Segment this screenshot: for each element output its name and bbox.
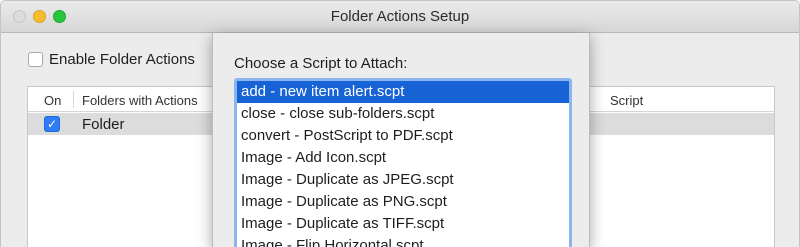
script-list-item[interactable]: Image - Add Icon.scpt — [237, 147, 569, 169]
choose-script-sheet: Choose a Script to Attach: add - new ite… — [212, 33, 590, 247]
script-list-item[interactable]: Image - Duplicate as JPEG.scpt — [237, 169, 569, 191]
enable-folder-actions-checkbox[interactable] — [28, 52, 43, 67]
enable-folder-actions-row[interactable]: Enable Folder Actions — [28, 51, 195, 68]
column-header-folders[interactable]: Folders with Actions — [82, 93, 198, 108]
script-list-item[interactable]: Image - Flip Horizontal.scpt — [237, 235, 569, 247]
column-header-script[interactable]: Script — [610, 93, 643, 108]
enable-folder-actions-label: Enable Folder Actions — [49, 51, 195, 68]
column-divider — [73, 91, 74, 108]
script-list-item[interactable]: add - new item alert.scpt — [237, 81, 569, 103]
sheet-heading: Choose a Script to Attach: — [234, 55, 408, 72]
script-list-items: add - new item alert.scpt close - close s… — [237, 81, 569, 247]
folder-actions-window: Folder Actions Setup Enable Folder Actio… — [0, 0, 800, 247]
title-bar: Folder Actions Setup — [1, 1, 799, 33]
window-title: Folder Actions Setup — [330, 8, 470, 25]
script-list-item[interactable]: Image - Duplicate as TIFF.scpt — [237, 213, 569, 235]
script-list-item[interactable]: Image - Duplicate as PNG.scpt — [237, 191, 569, 213]
script-list-item[interactable]: close - close sub-folders.scpt — [237, 103, 569, 125]
folder-name: Folder — [82, 116, 125, 133]
folder-enabled-checkbox[interactable]: ✓ — [44, 116, 60, 132]
script-list[interactable]: add - new item alert.scpt close - close s… — [234, 78, 572, 247]
column-header-on[interactable]: On — [44, 93, 61, 108]
script-list-item[interactable]: convert - PostScript to PDF.scpt — [237, 125, 569, 147]
